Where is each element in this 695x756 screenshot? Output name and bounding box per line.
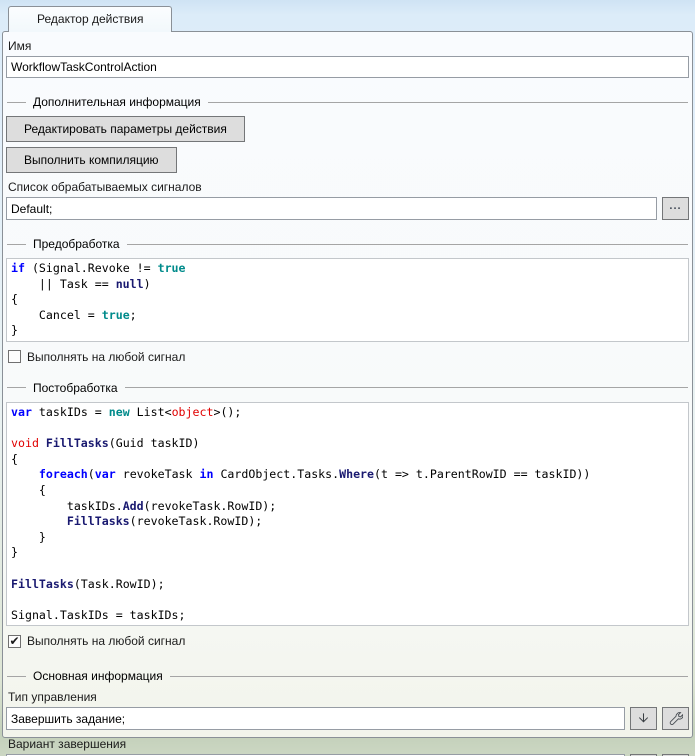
group-preprocess-title: Предобработка	[26, 237, 127, 251]
code-line: taskIDs.Add(revokeTask.RowID);	[11, 499, 684, 515]
name-input[interactable]	[6, 56, 689, 78]
checkmark-icon: ✔	[9, 635, 19, 647]
group-postprocess-title: Постобработка	[26, 381, 125, 395]
code-line: void FillTasks(Guid taskID)	[11, 436, 684, 452]
code-line: foreach(var revokeTask in CardObject.Tas…	[11, 467, 684, 483]
code-line	[11, 592, 684, 608]
code-line: {	[11, 483, 684, 499]
postprocess-code-editor[interactable]: var taskIDs = new List<object>(); void F…	[6, 402, 689, 626]
group-postprocess: Постобработка	[7, 381, 688, 395]
compile-button[interactable]: Выполнить компиляцию	[6, 147, 177, 173]
group-additional-info: Дополнительная информация	[7, 95, 688, 109]
control-type-configure-button[interactable]	[662, 707, 689, 730]
signals-browse-button[interactable]: ...	[662, 197, 689, 220]
name-label: Имя	[8, 39, 689, 53]
signals-label: Список обрабатываемых сигналов	[8, 180, 689, 194]
code-line: }	[11, 323, 684, 339]
wrench-icon	[668, 711, 683, 726]
signals-row: ...	[6, 197, 689, 220]
preprocess-any-signal-checkbox[interactable]	[8, 350, 21, 363]
group-additional-info-title: Дополнительная информация	[26, 95, 208, 109]
completion-variant-label: Вариант завершения	[8, 737, 689, 751]
tab-action-editor-label: Редактор действия	[37, 12, 143, 26]
code-line: {	[11, 292, 684, 308]
code-line	[11, 421, 684, 437]
group-main-info-title: Основная информация	[26, 669, 170, 683]
code-line: {	[11, 452, 684, 468]
preprocess-code-editor[interactable]: if (Signal.Revoke != true || Task == nul…	[6, 258, 689, 342]
code-line: FillTasks(Task.RowID);	[11, 577, 684, 593]
preprocess-any-signal-row: Выполнять на любой сигнал	[8, 350, 689, 364]
control-type-dropdown-button[interactable]	[630, 707, 657, 730]
code-line: Cancel = true;	[11, 308, 684, 324]
preprocess-any-signal-label: Выполнять на любой сигнал	[27, 350, 185, 364]
signals-input[interactable]	[6, 197, 657, 220]
code-line: }	[11, 545, 684, 561]
group-main-info: Основная информация	[7, 669, 688, 683]
control-type-input[interactable]	[6, 707, 625, 730]
control-type-row	[6, 707, 689, 730]
postprocess-any-signal-row: ✔ Выполнять на любой сигнал	[8, 634, 689, 648]
postprocess-any-signal-label: Выполнять на любой сигнал	[27, 634, 185, 648]
code-line: || Task == null)	[11, 277, 684, 293]
tab-strip: Редактор действия	[0, 0, 695, 31]
code-line: Signal.TaskIDs = taskIDs;	[11, 608, 684, 624]
code-line: }	[11, 530, 684, 546]
code-line: var taskIDs = new List<object>();	[11, 405, 684, 421]
group-preprocess: Предобработка	[7, 237, 688, 251]
postprocess-any-signal-checkbox[interactable]: ✔	[8, 635, 21, 648]
control-type-label: Тип управления	[8, 690, 689, 704]
code-line: if (Signal.Revoke != true	[11, 261, 684, 277]
edit-action-params-button[interactable]: Редактировать параметры действия	[6, 116, 245, 142]
arrow-down-icon	[636, 711, 651, 726]
tab-action-editor[interactable]: Редактор действия	[8, 6, 172, 32]
code-line	[11, 561, 684, 577]
ellipsis-icon: ...	[669, 200, 681, 212]
code-line: FillTasks(revokeTask.RowID);	[11, 514, 684, 530]
action-editor-page: Имя Дополнительная информация Редактиров…	[2, 31, 693, 738]
